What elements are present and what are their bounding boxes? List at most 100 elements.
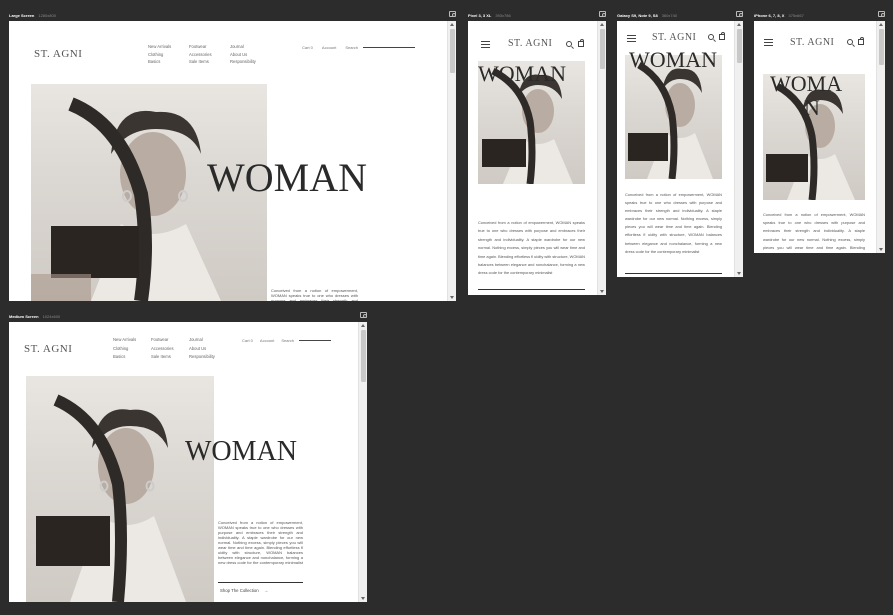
nav-accessories[interactable]: Accessories	[189, 51, 212, 59]
arrow-right-icon: →	[263, 588, 269, 593]
viewport-galaxy: ST. AGNI WOMAN Conceived from a notion o…	[617, 21, 743, 277]
cta-rule	[218, 582, 303, 583]
frame-medium: Medium Screen 1024x600 ST. AGNI New Arri…	[9, 310, 367, 602]
cta-rule	[625, 273, 722, 274]
scrollbar[interactable]	[734, 21, 743, 277]
frame-size: 393x786	[495, 12, 511, 18]
brand-logo[interactable]: ST. AGNI	[508, 38, 552, 49]
nav-about-us[interactable]: About Us	[189, 345, 215, 354]
scrollbar[interactable]	[358, 322, 367, 602]
hero-title-line-1: WOMA	[770, 71, 843, 96]
nav-journal[interactable]: Journal	[189, 336, 215, 345]
nav-responsibility[interactable]: Responsibility	[230, 58, 256, 66]
nav-basics[interactable]: Basics	[113, 353, 136, 362]
account-link[interactable]: Account	[322, 45, 336, 50]
search-icon[interactable]	[847, 39, 853, 45]
hero-title: WOMAN	[629, 47, 717, 72]
frame-title: Medium Screen	[9, 313, 39, 319]
nav-new-arrivals[interactable]: New Arrivals	[113, 336, 136, 345]
utility-nav: Cart 0 Account Search	[242, 338, 332, 343]
brand-logo[interactable]: ST. AGNI	[790, 37, 834, 48]
search-input[interactable]	[299, 340, 332, 341]
frame-size: 1024x600	[42, 313, 61, 319]
scrollbar[interactable]	[876, 21, 885, 253]
screenshot-camera-icon[interactable]	[449, 11, 456, 17]
hamburger-menu-icon[interactable]	[627, 35, 636, 42]
nav-new-arrivals[interactable]: New Arrivals	[148, 43, 171, 51]
nav-col-2: Footwear Accessories Sale Items	[189, 43, 212, 66]
utility-nav: Cart 0 Account Search	[302, 45, 416, 50]
mobile-header: ST. AGNI	[617, 21, 734, 43]
mobile-header: ST. AGNI	[468, 21, 597, 49]
cta-label: Shop The Collection	[220, 588, 259, 593]
hero-description: Conceived from a notion of empowerment, …	[625, 192, 722, 254]
shopping-bag-icon[interactable]	[858, 37, 864, 45]
search-icon[interactable]	[566, 41, 572, 47]
screenshot-camera-icon[interactable]	[878, 11, 885, 17]
scrollbar[interactable]	[447, 21, 456, 301]
frame-size: 1280x800	[38, 12, 56, 18]
hero-description: Conceived from a notion of empowerment, …	[478, 220, 585, 276]
viewport-iphone: ST. AGNI WOMA N Conceived from a notion …	[754, 21, 885, 253]
hero-description: Conceived from a notion of empowerment, …	[271, 288, 358, 301]
frame-header: Large Screen 1280x800	[9, 9, 456, 21]
hero-title-line-2: N	[804, 95, 820, 120]
account-link[interactable]: Account	[260, 338, 274, 343]
nav-basics[interactable]: Basics	[148, 58, 171, 66]
hero-title: WOMAN	[207, 155, 367, 200]
search-link[interactable]: Search	[281, 338, 294, 343]
mobile-header: ST. AGNI	[754, 21, 876, 48]
shop-collection-link[interactable]: Shop The Collection →	[220, 588, 268, 593]
hero-description: Conceived from a notion of empowerment, …	[763, 212, 865, 250]
screenshot-camera-icon[interactable]	[599, 11, 606, 17]
scrollbar[interactable]	[597, 21, 606, 295]
nav-clothing[interactable]: Clothing	[148, 51, 171, 59]
nav-col-3: Journal About Us Responsibility	[230, 43, 256, 66]
nav-accessories[interactable]: Accessories	[151, 345, 174, 354]
cart-link[interactable]: Cart 0	[302, 45, 313, 50]
frame-header: Galaxy S9, Note 9, S8 360x740	[617, 9, 743, 21]
frame-header: iPhone 6, 7, 8, X 375x667	[754, 9, 885, 21]
search-link[interactable]: Search	[345, 45, 358, 50]
nav-about-us[interactable]: About Us	[230, 51, 256, 59]
nav-sale-items[interactable]: Sale Items	[189, 58, 212, 66]
search-input[interactable]	[363, 47, 416, 48]
nav-clothing[interactable]: Clothing	[113, 345, 136, 354]
cta-rule	[478, 289, 585, 290]
frame-pixel: Pixel 3, 3 XL 393x786 ST. AGNI WOMAN Con…	[468, 9, 606, 295]
brand-logo[interactable]: ST. AGNI	[24, 343, 72, 355]
nav-journal[interactable]: Journal	[230, 43, 256, 51]
nav-sale-items[interactable]: Sale Items	[151, 353, 174, 362]
viewport-large: ST. AGNI New Arrivals Clothing Basics Fo…	[9, 21, 456, 301]
cart-link[interactable]: Cart 0	[242, 338, 253, 343]
brand-logo[interactable]: ST. AGNI	[34, 48, 82, 60]
frame-header: Pixel 3, 3 XL 393x786	[468, 9, 606, 21]
shopping-bag-icon[interactable]	[578, 39, 584, 47]
frame-large: Large Screen 1280x800 ST. AGNI New Arriv…	[9, 9, 456, 301]
hamburger-menu-icon[interactable]	[481, 41, 490, 48]
nav-col-1: New Arrivals Clothing Basics	[113, 336, 136, 362]
shopping-bag-icon[interactable]	[719, 32, 725, 40]
nav-col-1: New Arrivals Clothing Basics	[148, 43, 171, 66]
hero-title: WOMAN	[478, 61, 566, 86]
hero-photo	[625, 55, 722, 179]
frame-title: Galaxy S9, Note 9, S8	[617, 12, 658, 18]
screenshot-camera-icon[interactable]	[736, 11, 743, 17]
screenshot-camera-icon[interactable]	[360, 312, 367, 318]
hero-description: Conceived from a notion of empowerment, …	[218, 520, 303, 565]
nav-footwear[interactable]: Footwear	[151, 336, 174, 345]
viewport-pixel: ST. AGNI WOMAN Conceived from a notion o…	[468, 21, 606, 295]
frame-title: Large Screen	[9, 12, 35, 18]
nav-responsibility[interactable]: Responsibility	[189, 353, 215, 362]
frame-size: 375x667	[788, 12, 804, 18]
viewport-medium: ST. AGNI New Arrivals Clothing Basics Fo…	[9, 322, 367, 602]
nav-col-2: Footwear Accessories Sale Items	[151, 336, 174, 362]
hamburger-menu-icon[interactable]	[764, 39, 773, 46]
brand-logo[interactable]: ST. AGNI	[652, 32, 696, 43]
frame-title: Pixel 3, 3 XL	[468, 12, 492, 18]
hero-title: WOMAN	[185, 436, 297, 467]
nav-col-3: Journal About Us Responsibility	[189, 336, 215, 362]
frame-galaxy: Galaxy S9, Note 9, S8 360x740 ST. AGNI W…	[617, 9, 743, 277]
search-icon[interactable]	[708, 34, 714, 40]
nav-footwear[interactable]: Footwear	[189, 43, 212, 51]
